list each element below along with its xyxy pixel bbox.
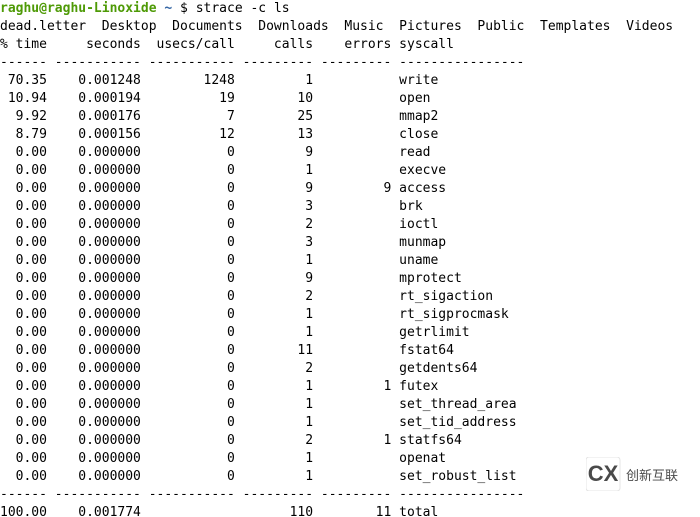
terminal-output[interactable]: raghu@raghu-Linoxide ~ $ strace -c ls de…	[0, 0, 700, 517]
